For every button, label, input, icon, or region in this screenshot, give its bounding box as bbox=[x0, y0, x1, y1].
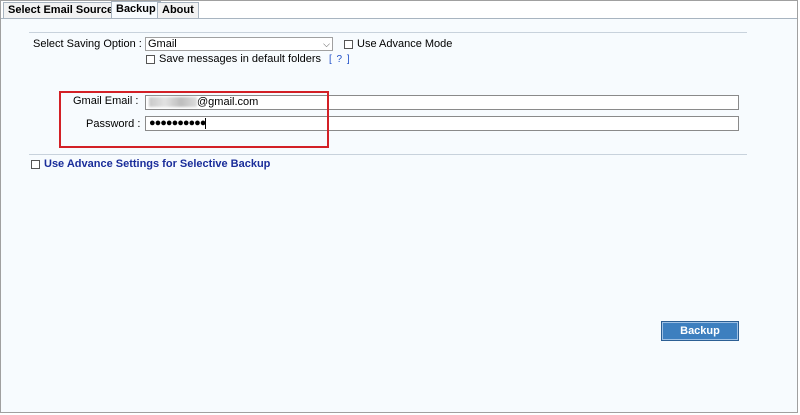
redacted-username bbox=[149, 97, 197, 108]
help-link[interactable]: [ ? ] bbox=[329, 54, 351, 65]
chevron-down-icon: ⌵ bbox=[323, 39, 330, 49]
gmail-email-input[interactable]: @gmail.com bbox=[145, 95, 739, 110]
advance-settings-checkbox[interactable]: Use Advance Settings for Selective Backu… bbox=[31, 158, 270, 170]
middle-divider bbox=[29, 154, 747, 155]
use-advance-mode-label: Use Advance Mode bbox=[357, 38, 453, 50]
top-divider bbox=[29, 32, 747, 33]
checkbox-box bbox=[344, 39, 353, 49]
advance-settings-label: Use Advance Settings for Selective Backu… bbox=[44, 158, 271, 170]
gmail-email-label: Gmail Email : bbox=[73, 95, 139, 107]
password-value: ●●●●●●●●●● bbox=[149, 117, 206, 129]
backup-button[interactable]: Backup bbox=[661, 321, 739, 341]
app-window: Select Email Source Backup About Select … bbox=[0, 0, 798, 413]
checkbox-box bbox=[146, 54, 155, 64]
default-folders-checkbox[interactable]: Save messages in default folders bbox=[146, 53, 321, 65]
use-advance-mode-checkbox[interactable]: Use Advance Mode bbox=[344, 38, 452, 50]
password-input[interactable]: ●●●●●●●●●● bbox=[145, 116, 739, 131]
tab-backup[interactable]: Backup bbox=[111, 1, 161, 18]
saving-option-value: Gmail bbox=[148, 38, 177, 50]
gmail-email-value: @gmail.com bbox=[197, 96, 259, 108]
text-caret bbox=[205, 117, 207, 129]
backup-panel: Select Saving Option : Gmail ⌵ Use Advan… bbox=[1, 18, 797, 412]
saving-option-label: Select Saving Option : bbox=[33, 38, 142, 50]
default-folders-label: Save messages in default folders bbox=[159, 53, 322, 65]
password-label: Password : bbox=[86, 118, 141, 130]
checkbox-box bbox=[31, 159, 40, 169]
tab-about[interactable]: About bbox=[157, 2, 199, 18]
saving-option-select[interactable]: Gmail ⌵ bbox=[145, 37, 333, 51]
tab-select-email-source[interactable]: Select Email Source bbox=[3, 2, 119, 18]
tab-bar: Select Email Source Backup About bbox=[1, 1, 797, 19]
